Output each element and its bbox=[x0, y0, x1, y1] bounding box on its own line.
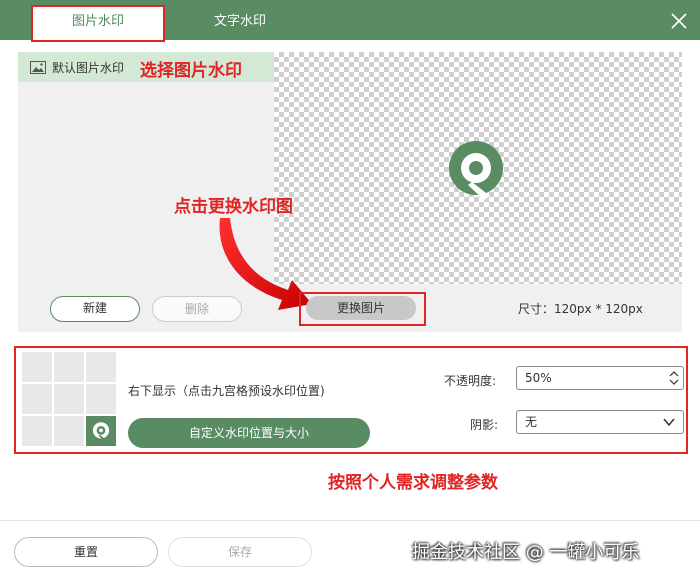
spinner-arrows-icon[interactable] bbox=[669, 369, 679, 387]
grid-cell-bottom-left[interactable] bbox=[22, 416, 52, 446]
annotation-change-image: 点击更换水印图 bbox=[174, 197, 293, 217]
opacity-label: 不透明度: bbox=[444, 374, 497, 388]
grid-cell-bottom-center[interactable] bbox=[54, 416, 84, 446]
list-item-label: 默认图片水印 bbox=[52, 60, 125, 75]
tab-text-watermark[interactable]: 文字水印 bbox=[180, 0, 300, 40]
position-grid bbox=[22, 352, 116, 446]
page-watermark-text: 掘金技术社区 @ 一罐小可乐 bbox=[412, 542, 640, 563]
grid-cell-middle-left[interactable] bbox=[22, 384, 52, 414]
tab-image-watermark[interactable]: 图片水印 bbox=[32, 6, 164, 40]
change-image-button[interactable]: 更换图片 bbox=[306, 296, 416, 320]
grid-cell-top-left[interactable] bbox=[22, 352, 52, 382]
annotation-adjust-params: 按照个人需求调整参数 bbox=[328, 473, 498, 493]
new-button[interactable]: 新建 bbox=[50, 296, 140, 322]
shadow-value: 无 bbox=[525, 415, 538, 429]
delete-button[interactable]: 删除 bbox=[152, 296, 242, 322]
opacity-value: 50% bbox=[525, 371, 552, 385]
grid-cell-middle-right[interactable] bbox=[86, 384, 116, 414]
custom-position-button[interactable]: 自定义水印位置与大小 bbox=[128, 418, 370, 448]
grid-cell-center[interactable] bbox=[54, 384, 84, 414]
annotation-select-image: 选择图片水印 bbox=[140, 61, 242, 81]
watermark-preview bbox=[274, 52, 682, 284]
grid-cell-top-center[interactable] bbox=[54, 352, 84, 382]
grid-cell-bottom-right[interactable] bbox=[86, 416, 116, 446]
chevron-down-icon bbox=[663, 418, 675, 427]
watermark-logo-icon bbox=[92, 422, 110, 441]
opacity-stepper[interactable]: 50% bbox=[516, 366, 684, 390]
footer-divider bbox=[0, 520, 700, 521]
settings-panel: 右下显示（点击九宫格预设水印位置) 自定义水印位置与大小 不透明度: 50% 阴… bbox=[14, 346, 688, 454]
shadow-select[interactable]: 无 bbox=[516, 410, 684, 434]
image-icon bbox=[30, 60, 46, 74]
shadow-label: 阴影: bbox=[470, 418, 499, 432]
watermark-logo-icon bbox=[449, 141, 503, 200]
dialog-header: 图片水印 文字水印 bbox=[0, 0, 700, 40]
reset-button[interactable]: 重置 bbox=[14, 537, 158, 567]
grid-cell-top-right[interactable] bbox=[86, 352, 116, 382]
save-button[interactable]: 保存 bbox=[168, 537, 312, 567]
position-description: 右下显示（点击九宫格预设水印位置) bbox=[128, 384, 325, 398]
watermark-panel: 默认图片水印 选择图片水印 点击更换水印图 新建 删除 更换图片 尺寸：120p… bbox=[18, 52, 682, 332]
size-label: 尺寸：120px * 120px bbox=[518, 302, 643, 316]
close-icon[interactable] bbox=[670, 12, 688, 30]
